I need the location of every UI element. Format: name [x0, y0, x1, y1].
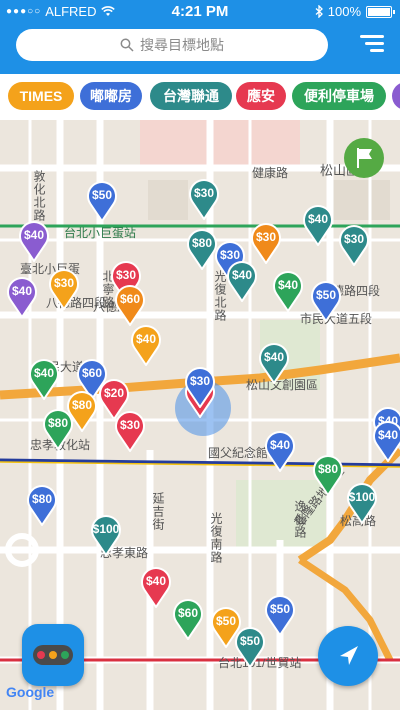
- filter-chip-dudu[interactable]: 嘟嘟房: [80, 82, 142, 110]
- hamburger-menu-icon[interactable]: [360, 33, 384, 55]
- battery-percent: 100%: [327, 4, 361, 19]
- search-bar[interactable]: 搜尋目標地點: [16, 29, 328, 61]
- parking-pin[interactable]: $50: [86, 180, 118, 222]
- street-label: 健康路: [252, 166, 289, 180]
- flag-report-icon[interactable]: [344, 138, 384, 178]
- search-placeholder: 搜尋目標地點: [140, 37, 224, 53]
- parking-pin[interactable]: $30: [184, 366, 216, 408]
- navigation-arrow-icon: [340, 646, 358, 665]
- parking-pin[interactable]: $40: [302, 204, 334, 246]
- parking-pin[interactable]: $60: [172, 598, 204, 640]
- status-right: 100%: [315, 4, 395, 19]
- filter-bar: TIMES 嘟嘟房 台灣聯通 應安 便利停車場: [0, 74, 400, 120]
- parking-pin[interactable]: $100: [346, 482, 378, 524]
- parking-pin[interactable]: $40: [140, 566, 172, 608]
- parking-pin[interactable]: $30: [250, 222, 282, 264]
- parking-pin[interactable]: $30: [48, 268, 80, 310]
- parking-pin[interactable]: $30: [188, 178, 220, 220]
- parking-pin[interactable]: $50: [234, 626, 266, 668]
- parking-pin[interactable]: $40: [28, 358, 60, 400]
- filter-chip-yingan[interactable]: 應安: [236, 82, 286, 110]
- parking-pin[interactable]: $30: [114, 410, 146, 452]
- app-header: ●●●○○ ALFRED 4:21 PM 100% 搜尋目標地點: [0, 0, 400, 74]
- parking-pin[interactable]: $40: [6, 276, 38, 318]
- parking-pin[interactable]: $40: [258, 342, 290, 384]
- parking-pin[interactable]: $40: [372, 420, 400, 462]
- street-label: 敦化北路: [32, 170, 46, 222]
- landmark-label: 國父紀念館: [208, 446, 269, 460]
- filter-chip-times[interactable]: TIMES: [8, 82, 74, 110]
- street-label: 光復南路: [209, 512, 223, 564]
- green-light: [61, 651, 69, 659]
- google-attribution: Google: [6, 684, 55, 700]
- bluetooth-icon: [315, 5, 323, 18]
- street-label: 延吉街: [151, 492, 165, 531]
- parking-pin[interactable]: $40: [18, 220, 50, 262]
- yellow-light: [49, 651, 57, 659]
- search-icon: [120, 38, 134, 52]
- parking-pin[interactable]: $80: [26, 484, 58, 526]
- status-bar: ●●●○○ ALFRED 4:21 PM 100%: [0, 0, 400, 22]
- red-light: [37, 651, 45, 659]
- locate-me-button[interactable]: [318, 626, 378, 686]
- parking-pin[interactable]: $40: [226, 260, 258, 302]
- parking-pin[interactable]: $60: [114, 284, 146, 326]
- filter-chip-taiwan-liantong[interactable]: 台灣聯通: [150, 82, 232, 110]
- map-view[interactable]: 健康路 松山區 敦化北路 台北小巨蛋站 臺北小巨蛋 八德路四段 北寧路 八德路 …: [0, 120, 400, 710]
- parking-pin[interactable]: $40: [272, 270, 304, 312]
- parking-pin[interactable]: $40: [130, 324, 162, 366]
- traffic-light-icon: [33, 645, 73, 665]
- station-label: 台北小巨蛋站: [64, 226, 137, 240]
- traffic-signal-button[interactable]: [22, 624, 84, 686]
- parking-pin[interactable]: $100: [90, 514, 122, 556]
- parking-pin[interactable]: $50: [264, 594, 296, 636]
- parking-pin[interactable]: $30: [338, 224, 370, 266]
- filter-chip-more[interactable]: [392, 82, 400, 110]
- parking-pin[interactable]: $80: [42, 408, 74, 450]
- parking-pin[interactable]: $40: [264, 430, 296, 472]
- parking-pin[interactable]: $50: [310, 280, 342, 322]
- parking-pin[interactable]: $80: [312, 454, 344, 496]
- battery-icon: [366, 5, 395, 18]
- filter-chip-convenient-parking[interactable]: 便利停車場: [292, 82, 386, 110]
